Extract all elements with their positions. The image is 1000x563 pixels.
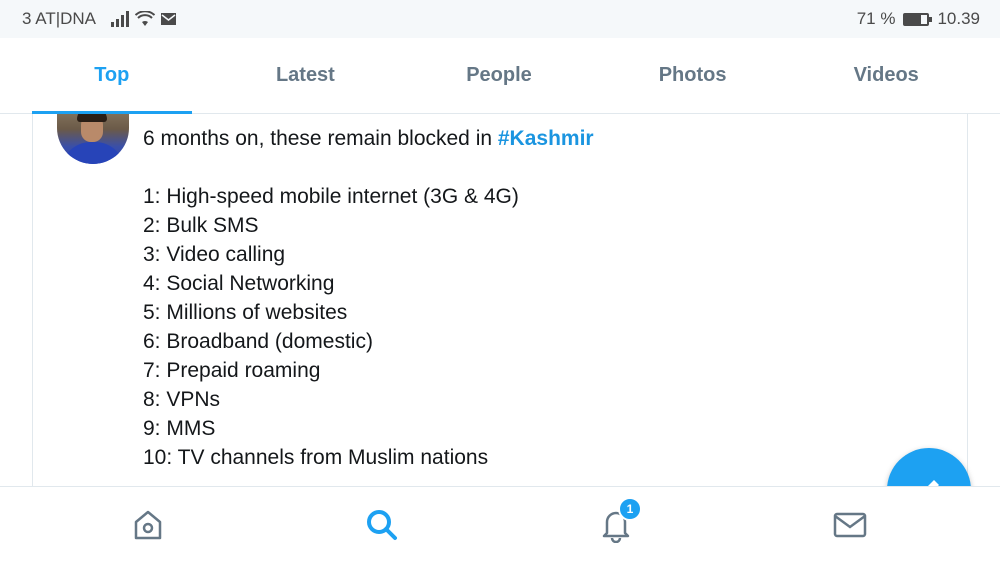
nav-search-button[interactable]: [362, 505, 402, 545]
list-item: 7: Prepaid roaming: [143, 359, 321, 382]
tweet-card[interactable]: 6 months on, these remain blocked in #Ka…: [32, 114, 968, 486]
list-item: 4: Social Networking: [143, 272, 335, 295]
tweet-text-prefix: 6 months on, these remain blocked in: [143, 127, 498, 150]
mail-notification-icon: [161, 13, 177, 25]
list-item: 9: MMS: [143, 417, 216, 440]
battery-icon: [903, 12, 933, 26]
avatar[interactable]: [57, 114, 129, 164]
home-icon: [134, 510, 162, 540]
nav-messages-button[interactable]: [830, 505, 870, 545]
list-item: 2: Bulk SMS: [143, 214, 259, 237]
list-item: 10: TV channels from Muslim nations: [143, 446, 489, 469]
list-item: 3: Video calling: [143, 243, 286, 266]
status-bar: 3 AT|DNA 71 % 10.39: [0, 0, 1000, 38]
wifi-icon: [135, 11, 156, 26]
tab-people[interactable]: People: [419, 38, 579, 113]
status-right: 71 % 10.39: [857, 9, 980, 29]
tab-top[interactable]: Top: [32, 38, 192, 114]
list-item: 8: VPNs: [143, 388, 221, 411]
list-item: 6: Broadband (domestic): [143, 330, 373, 353]
search-icon: [367, 510, 397, 540]
tweet-text: 6 months on, these remain blocked in #Ka…: [143, 124, 943, 472]
avatar-hair: [77, 114, 107, 122]
status-left: 3 AT|DNA: [22, 9, 177, 29]
list-item: 5: Millions of websites: [143, 301, 348, 324]
nav-notifications-button[interactable]: 1: [596, 497, 642, 545]
clock: 10.39: [937, 9, 980, 28]
hashtag-link[interactable]: #Kashmir: [498, 127, 594, 150]
carrier-name: 3 AT|DNA: [22, 9, 97, 28]
signal-icon: [111, 11, 130, 27]
list-item: 1: High-speed mobile internet (3G & 4G): [143, 185, 519, 208]
tab-videos[interactable]: Videos: [806, 38, 966, 113]
battery-level: [905, 14, 922, 24]
avatar-shirt: [61, 142, 125, 164]
nav-home-button[interactable]: [128, 505, 168, 545]
battery-percent: 71 %: [856, 9, 896, 28]
bottom-nav: 1: [0, 486, 1000, 563]
messages-icon: [833, 512, 867, 538]
search-tabs: Top Latest People Photos Videos: [0, 38, 1000, 114]
status-icons: [110, 11, 177, 27]
tab-photos[interactable]: Photos: [613, 38, 773, 113]
blocked-services-list: 1: High-speed mobile internet (3G & 4G) …: [143, 182, 943, 472]
tab-latest[interactable]: Latest: [226, 38, 386, 113]
notification-badge: 1: [618, 497, 642, 521]
